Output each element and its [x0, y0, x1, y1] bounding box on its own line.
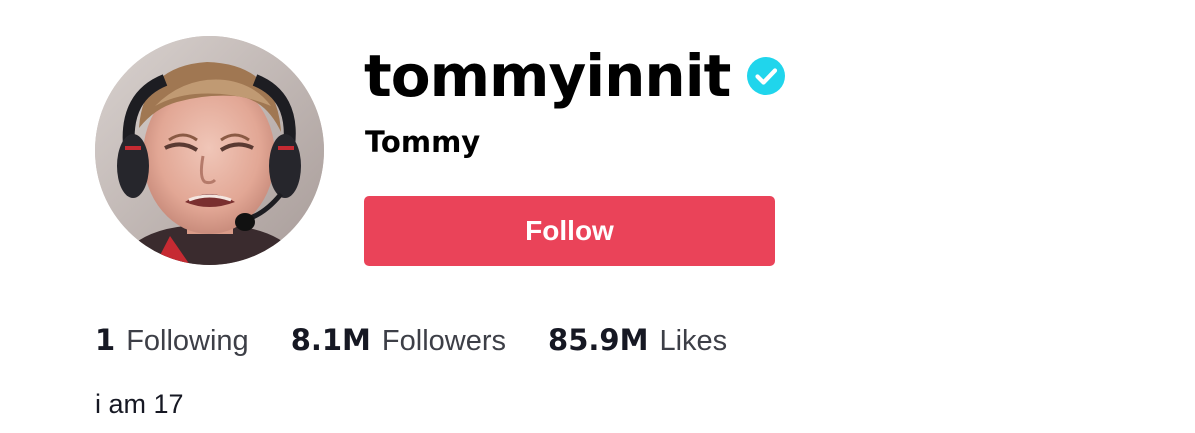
stat-following[interactable]: 1 Following [95, 323, 249, 358]
bio: i am 17 [95, 389, 184, 419]
followers-label: Followers [381, 324, 507, 357]
avatar-photo [95, 36, 324, 265]
username-row: tommyinnit [364, 36, 786, 116]
followers-count: 8.1M [290, 322, 371, 357]
profile-stats: 1 Following 8.1M Followers 85.9M Likes [95, 318, 769, 362]
stat-followers[interactable]: 8.1M Followers [291, 323, 506, 358]
avatar[interactable] [95, 36, 324, 265]
likes-label: Likes [659, 324, 728, 357]
following-label: Following [126, 324, 249, 357]
follow-button[interactable]: Follow [364, 196, 775, 266]
verified-checkmark-icon [746, 56, 786, 96]
display-name: Tommy [365, 125, 481, 159]
likes-count: 85.9M [548, 322, 649, 357]
stat-likes: 85.9M Likes [548, 323, 727, 358]
following-count: 1 [95, 322, 116, 357]
username: tommyinnit [364, 42, 731, 110]
